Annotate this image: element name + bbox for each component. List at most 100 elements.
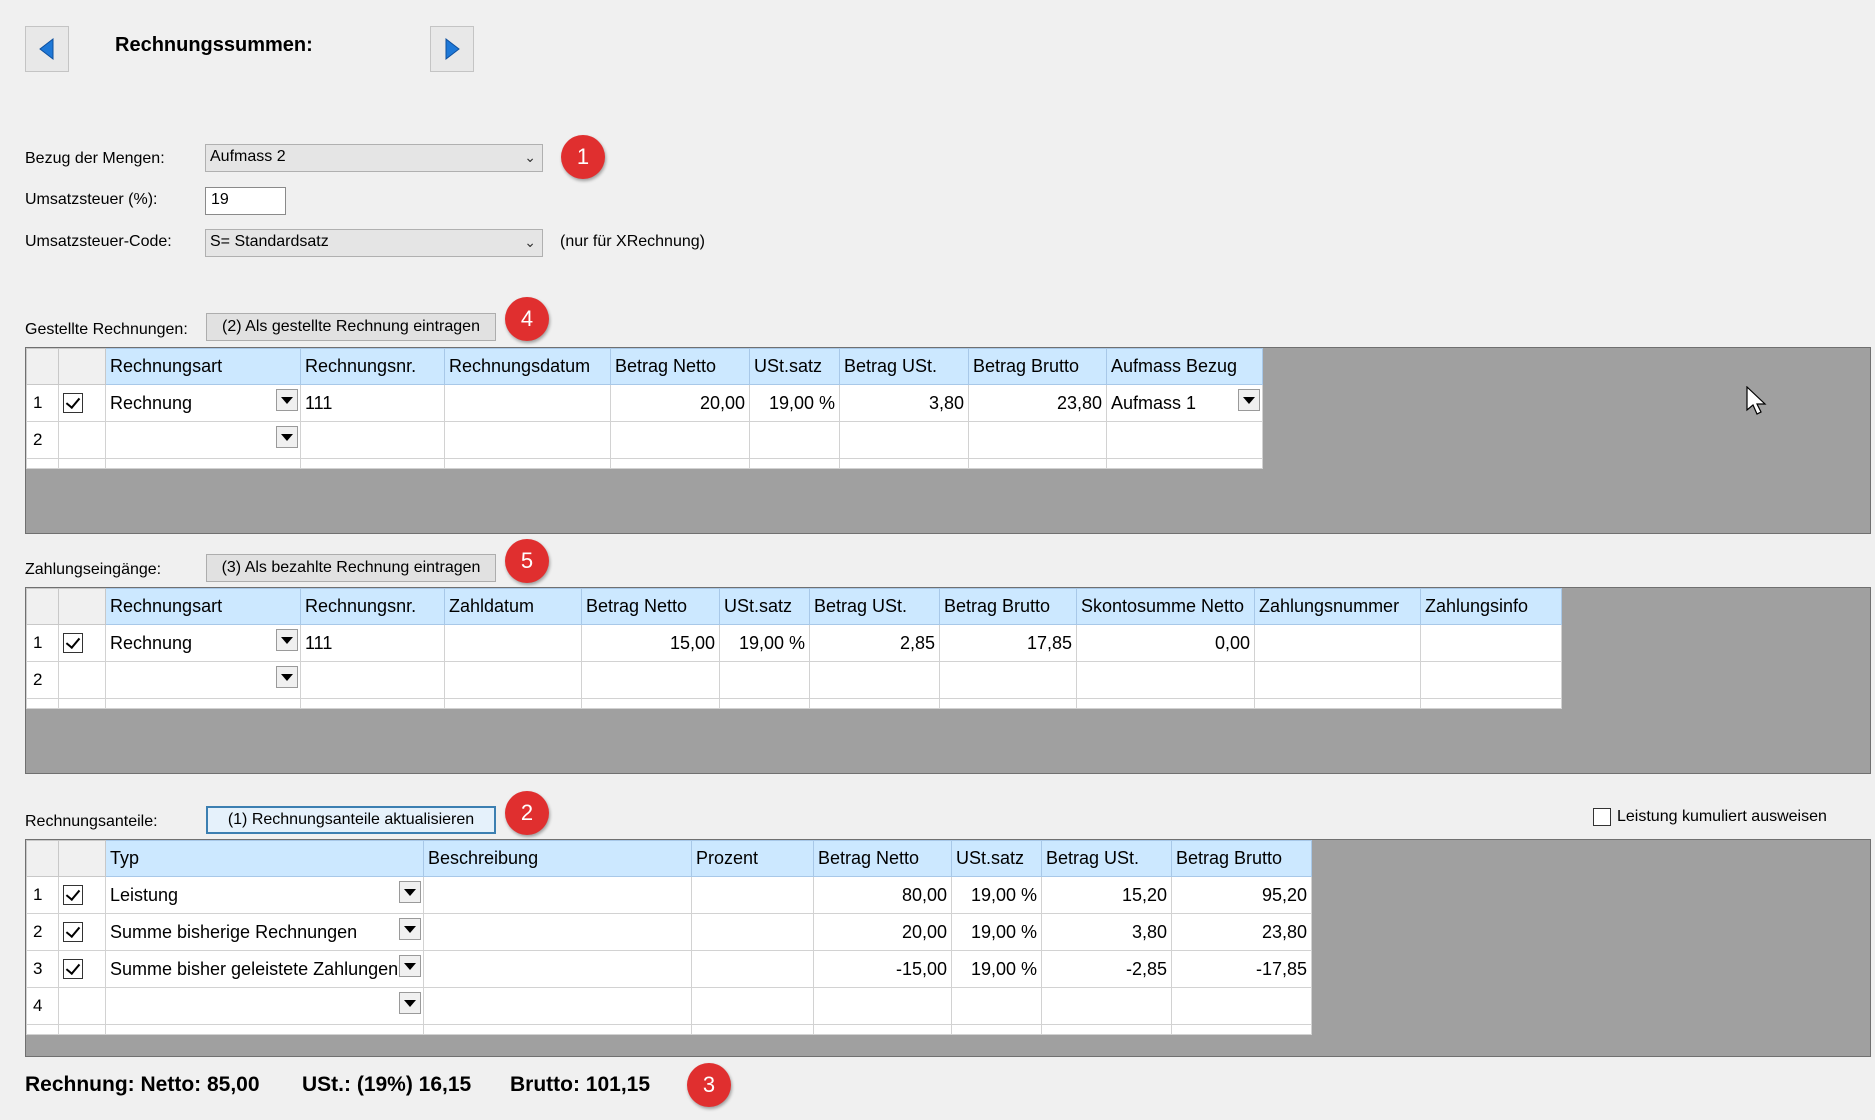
table-cell[interactable] (300, 661, 445, 699)
typ-cell[interactable]: Summe bisher geleistete Zahlungen (105, 950, 424, 988)
dropdown-arrow-icon[interactable] (276, 426, 298, 448)
row-checkbox-cell[interactable] (58, 421, 106, 459)
dropdown-arrow-icon[interactable] (399, 881, 421, 903)
table-cell[interactable] (813, 987, 952, 1025)
next-button[interactable] (430, 26, 474, 72)
typ-cell[interactable]: Summe bisherige Rechnungen (105, 913, 424, 951)
column-header[interactable]: Betrag USt. (839, 348, 969, 385)
table-cell[interactable] (610, 421, 750, 459)
column-header[interactable]: USt.satz (749, 348, 840, 385)
table-cell[interactable] (581, 661, 720, 699)
row-checkbox-cell[interactable] (58, 876, 106, 914)
table-cell[interactable] (719, 661, 810, 699)
dropdown-arrow-icon[interactable] (276, 389, 298, 411)
table-cell[interactable] (444, 384, 611, 422)
rechnungsart-cell[interactable]: Rechnung (105, 624, 301, 662)
table-cell[interactable] (691, 987, 814, 1025)
column-header[interactable]: Betrag Netto (813, 840, 952, 877)
row-checkbox-cell[interactable] (58, 384, 106, 422)
table-cell[interactable]: 2,85 (809, 624, 940, 662)
table-cell[interactable]: 111 (300, 384, 445, 422)
table-cell[interactable] (939, 661, 1077, 699)
checkbox-checked-icon[interactable] (63, 921, 83, 942)
table-cell[interactable] (968, 421, 1107, 459)
table-cell[interactable] (1106, 421, 1263, 459)
column-header[interactable]: Zahlungsnummer (1254, 588, 1421, 625)
row-checkbox-cell[interactable] (58, 987, 106, 1025)
table-cell[interactable]: 20,00 (813, 913, 952, 951)
table-cell[interactable] (444, 624, 582, 662)
table-cell[interactable] (1420, 624, 1562, 662)
table-cell[interactable] (691, 876, 814, 914)
rechnungsart-cell[interactable] (105, 661, 301, 699)
column-header[interactable]: USt.satz (951, 840, 1042, 877)
table-cell[interactable] (749, 421, 840, 459)
table-cell[interactable] (444, 421, 611, 459)
table-cell[interactable] (423, 987, 692, 1025)
dropdown-arrow-icon[interactable] (399, 955, 421, 977)
column-header[interactable]: Betrag Brutto (968, 348, 1107, 385)
table-cell[interactable]: 95,20 (1171, 876, 1312, 914)
table-cell[interactable] (809, 661, 940, 699)
column-header[interactable]: Zahldatum (444, 588, 582, 625)
table-cell[interactable]: 23,80 (1171, 913, 1312, 951)
dropdown-arrow-icon[interactable] (399, 918, 421, 940)
column-header[interactable]: Skontosumme Netto (1076, 588, 1255, 625)
column-header[interactable]: Rechnungsart (105, 348, 301, 385)
column-header[interactable]: Rechnungsnr. (300, 348, 445, 385)
kumuliert-checkbox[interactable] (1593, 808, 1611, 826)
table-cell[interactable] (1420, 661, 1562, 699)
column-header[interactable]: Beschreibung (423, 840, 692, 877)
table-cell[interactable] (300, 421, 445, 459)
checkbox-checked-icon[interactable] (63, 884, 83, 905)
table-cell[interactable]: 3,80 (839, 384, 969, 422)
zahlungen-eintragen-button[interactable]: (3) Als bezahlte Rechnung eintragen (206, 554, 496, 582)
bezug-select[interactable]: Aufmass 2 ⌄ (205, 144, 543, 172)
column-header[interactable]: Prozent (691, 840, 814, 877)
column-header[interactable]: USt.satz (719, 588, 810, 625)
table-cell[interactable]: 23,80 (968, 384, 1107, 422)
table-cell[interactable]: 19,00 % (951, 950, 1042, 988)
table-cell[interactable] (691, 913, 814, 951)
row-checkbox-cell[interactable] (58, 913, 106, 951)
table-cell[interactable]: 80,00 (813, 876, 952, 914)
table-cell[interactable] (1254, 661, 1421, 699)
row-checkbox-cell[interactable] (58, 624, 106, 662)
table-cell[interactable] (444, 661, 582, 699)
column-header[interactable]: Rechnungsart (105, 588, 301, 625)
table-cell[interactable] (423, 950, 692, 988)
table-cell[interactable]: 19,00 % (951, 876, 1042, 914)
typ-cell[interactable]: Leistung (105, 876, 424, 914)
table-cell[interactable]: 3,80 (1041, 913, 1172, 951)
dropdown-arrow-icon[interactable] (276, 629, 298, 651)
column-header[interactable]: Typ (105, 840, 424, 877)
column-header[interactable]: Betrag USt. (809, 588, 940, 625)
table-cell[interactable] (1254, 624, 1421, 662)
column-header[interactable]: Betrag Brutto (1171, 840, 1312, 877)
table-cell[interactable] (423, 913, 692, 951)
column-header[interactable]: Betrag Netto (610, 348, 750, 385)
column-header[interactable]: Betrag Brutto (939, 588, 1077, 625)
table-cell[interactable] (1041, 987, 1172, 1025)
table-cell[interactable] (951, 987, 1042, 1025)
table-cell[interactable]: -2,85 (1041, 950, 1172, 988)
rechnungsart-cell[interactable] (105, 421, 301, 459)
column-header[interactable]: Zahlungsinfo (1420, 588, 1562, 625)
table-cell[interactable]: 20,00 (610, 384, 750, 422)
column-header[interactable]: Aufmass Bezug (1106, 348, 1263, 385)
row-checkbox-cell[interactable] (58, 950, 106, 988)
aufmass-bezug-cell[interactable]: Aufmass 1 (1106, 384, 1263, 422)
dropdown-arrow-icon[interactable] (276, 666, 298, 688)
previous-button[interactable] (25, 26, 69, 72)
column-header[interactable]: Rechnungsdatum (444, 348, 611, 385)
table-cell[interactable]: 15,20 (1041, 876, 1172, 914)
table-cell[interactable]: 111 (300, 624, 445, 662)
table-cell[interactable] (1171, 987, 1312, 1025)
dropdown-arrow-icon[interactable] (1238, 389, 1260, 411)
table-cell[interactable] (839, 421, 969, 459)
table-cell[interactable] (1076, 661, 1255, 699)
table-cell[interactable]: 17,85 (939, 624, 1077, 662)
anteile-aktualisieren-button[interactable]: (1) Rechnungsanteile aktualisieren (206, 806, 496, 834)
dropdown-arrow-icon[interactable] (399, 992, 421, 1014)
typ-cell[interactable] (105, 987, 424, 1025)
